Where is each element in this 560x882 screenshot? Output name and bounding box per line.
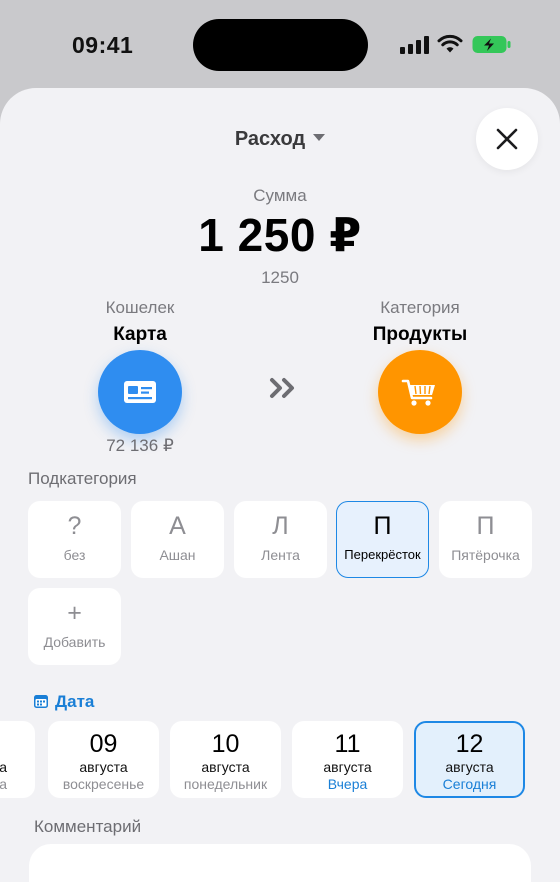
date-card-09[interactable]: 09 августа воскресенье	[48, 721, 159, 798]
subcategory-letter: Л	[272, 512, 289, 540]
subcategory-letter: ?	[67, 512, 82, 540]
subcategory-chip-perekrestok[interactable]: П Перекрёсток	[336, 501, 429, 578]
subcategory-name: без	[63, 547, 86, 563]
subcategory-chip-auchan[interactable]: А Ашан	[131, 501, 224, 578]
date-card-12[interactable]: 12 августа Сегодня	[414, 721, 525, 798]
wifi-icon	[437, 34, 463, 53]
comment-input[interactable]	[29, 844, 531, 882]
subcategory-chip-pyaterochka[interactable]: П Пятёрочка	[439, 501, 532, 578]
date-card-prev[interactable]: а а	[0, 721, 35, 798]
amount-value[interactable]: 1 250 ₽	[0, 208, 560, 262]
subcategory-letter: А	[169, 512, 186, 540]
status-bar: 09:41	[0, 0, 560, 90]
date-weekday: понедельник	[183, 776, 268, 792]
cart-icon	[401, 379, 435, 406]
date-weekday: воскресенье	[62, 776, 145, 792]
date-number: 10	[211, 730, 240, 758]
category-label: Категория	[380, 298, 460, 317]
subcategory-chip-none[interactable]: ? без	[28, 501, 121, 578]
date-weekday: Вчера	[327, 776, 368, 792]
wallet-section: Кошелек Карта	[40, 298, 240, 346]
dynamic-island	[193, 19, 368, 71]
add-subcategory-label: Добавить	[43, 634, 106, 650]
subcategory-letter: П	[373, 511, 392, 540]
date-number: 09	[89, 730, 118, 758]
date-label: Дата	[55, 692, 95, 711]
comment-label: Комментарий	[34, 817, 142, 836]
amount-raw-input[interactable]: 1250	[0, 268, 560, 288]
caret-down-icon	[313, 134, 326, 142]
transaction-type-label: Расход	[234, 128, 306, 150]
date-weekday: Сегодня	[442, 776, 497, 792]
subcategory-label: Подкатегория	[28, 469, 137, 488]
date-card-11[interactable]: 11 августа Вчера	[292, 721, 403, 798]
transaction-sheet: Расход Сумма 1 250 ₽ 1250 Кошелек Карта …	[0, 88, 560, 882]
date-header: Дата	[33, 692, 94, 712]
wallet-name: Карта	[113, 324, 167, 345]
category-section: Категория Продукты	[320, 298, 520, 346]
calendar-icon	[34, 695, 48, 708]
date-number: 11	[334, 730, 361, 758]
subcategory-name: Перекрёсток	[344, 546, 421, 562]
date-month: августа	[323, 759, 372, 775]
plus-icon: +	[67, 599, 82, 627]
wallet-label: Кошелек	[105, 298, 175, 317]
wallet-button[interactable]	[98, 350, 182, 434]
battery-charging-icon	[472, 36, 511, 53]
amount-label: Сумма	[253, 186, 307, 205]
close-button[interactable]	[476, 108, 538, 170]
date-month: августа	[445, 759, 494, 775]
cellular-signal-icon	[400, 36, 430, 54]
category-name: Продукты	[372, 324, 468, 345]
subcategory-name: Пятёрочка	[451, 547, 520, 563]
subcategory-name: Лента	[261, 547, 300, 563]
date-month: а	[0, 759, 7, 775]
subcategory-name: Ашан	[159, 547, 196, 563]
close-icon	[496, 128, 518, 150]
category-button[interactable]	[378, 350, 462, 434]
wallet-balance: 72 136 ₽	[106, 436, 174, 455]
date-number: 12	[455, 730, 484, 758]
subcategory-chip-lenta[interactable]: Л Лента	[234, 501, 327, 578]
status-time: 09:41	[72, 32, 134, 58]
date-month: августа	[201, 759, 250, 775]
subcategory-letter: П	[476, 512, 495, 540]
date-month: августа	[79, 759, 128, 775]
card-icon	[124, 381, 156, 403]
add-subcategory-button[interactable]: + Добавить	[28, 588, 121, 665]
double-chevron-right-icon	[270, 378, 294, 398]
date-card-10[interactable]: 10 августа понедельник	[170, 721, 281, 798]
date-weekday: а	[0, 776, 7, 792]
